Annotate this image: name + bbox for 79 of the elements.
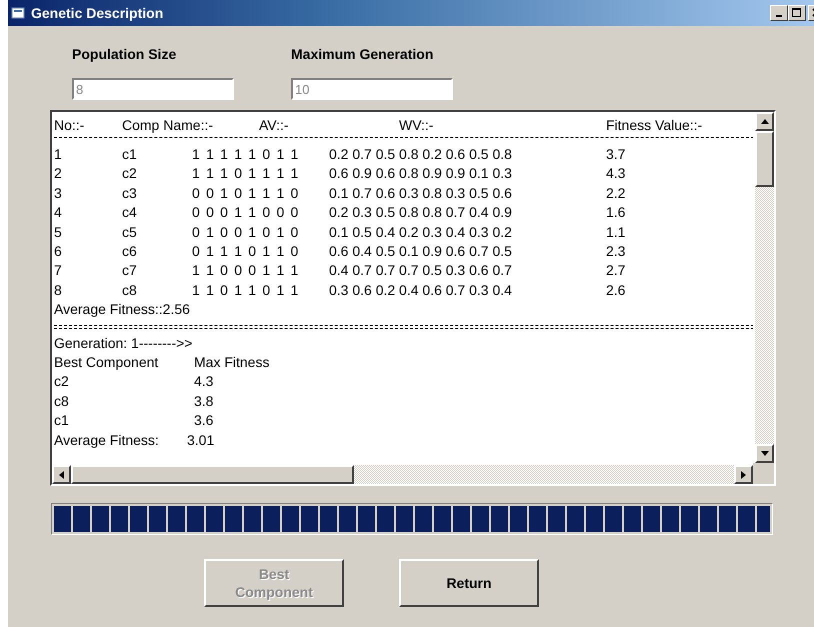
column-header: Max Fitness: [194, 354, 270, 370]
fitness-value: 4.3: [194, 373, 214, 390]
component-name: c1: [122, 146, 138, 162]
row-number: 3: [54, 184, 63, 201]
column-header: No::-: [54, 116, 86, 133]
wv-value: 0.2 0.7 0.5 0.8 0.2 0.6 0.5 0.8: [329, 146, 513, 162]
wv-value: 0.6 0.9 0.6 0.8 0.9 0.9 0.1 0.3: [329, 165, 513, 182]
row-number: 5: [54, 224, 63, 240]
column-header: Fitness Value::-: [606, 116, 702, 133]
window-icon: [11, 6, 27, 20]
av-value: 1 1 1 1 1 0 1 1: [192, 146, 301, 162]
av-value: 0 0 0 1 1 0 0 0: [192, 204, 301, 220]
wv-value: 0.6 0.4 0.5 0.1 0.9 0.6 0.7 0.5: [329, 243, 513, 260]
wv-value: 0.1 0.5 0.4 0.2 0.3 0.4 0.3 0.2: [329, 224, 513, 240]
row-number: 7: [54, 262, 63, 278]
window-title: Genetic Description: [31, 5, 164, 21]
field-label: Maximum Generation: [291, 46, 434, 62]
av-value: 1 1 0 1 1 0 1 1: [192, 282, 301, 298]
fitness-value: 3.6: [194, 412, 214, 428]
column-header: AV::-: [259, 116, 290, 133]
maximize-icon: [792, 8, 802, 18]
row-number: 8: [54, 282, 63, 298]
row-number: 6: [54, 243, 63, 260]
fitness-value: 1.1: [606, 224, 626, 240]
component-name: c4: [122, 204, 138, 220]
fitness-value: 2.6: [606, 282, 626, 298]
scroll-up-button[interactable]: [755, 112, 774, 131]
component-name: c6: [122, 243, 138, 260]
av-value: 1 1 0 0 0 1 1 1: [192, 262, 301, 278]
component-name: c8: [122, 282, 138, 298]
column-header: WV::-: [399, 116, 434, 133]
wv-value: 0.2 0.3 0.5 0.8 0.8 0.7 0.4 0.9: [329, 204, 513, 220]
av-value: 0 1 0 0 1 0 1 0: [192, 224, 301, 240]
fitness-value: 2.2: [606, 184, 626, 201]
average-fitness: Average Fitness::2.56: [54, 301, 190, 318]
fitness-value: 4.3: [606, 165, 626, 182]
row-number: 2: [54, 165, 63, 182]
minimize-icon: [776, 15, 782, 17]
field-label: Population Size: [72, 46, 178, 62]
component-name: c7: [122, 262, 138, 278]
minimize-button[interactable]: [770, 5, 788, 21]
left-arrow-icon: [59, 470, 64, 478]
column-header: Best Component: [54, 354, 160, 370]
horizontal-scrollbar[interactable]: [52, 465, 753, 484]
row-number: 1: [54, 146, 63, 162]
av-value: 1 1 1 0 1 1 1 1: [192, 165, 301, 182]
wv-value: 0.4 0.7 0.7 0.7 0.5 0.3 0.6 0.7: [329, 262, 513, 278]
scroll-left-button[interactable]: [52, 465, 71, 484]
action-button[interactable]: Return: [399, 559, 539, 607]
fitness-value: 1.6: [606, 204, 626, 220]
fitness-value: 3.7: [606, 146, 626, 162]
scroll-right-button[interactable]: [734, 465, 753, 484]
average-fitness-value: 3.01: [187, 432, 214, 448]
component-name: c5: [122, 224, 138, 240]
maximize-button[interactable]: [788, 5, 806, 21]
av-value: 0 0 1 0 1 1 1 0: [192, 184, 301, 201]
component-name: c8: [54, 392, 70, 409]
scroll-down-button[interactable]: [755, 444, 774, 463]
component-name: c3: [122, 184, 138, 201]
scroll-thumb[interactable]: [755, 131, 774, 187]
vertical-scrollbar[interactable]: [755, 112, 774, 463]
right-arrow-icon: [741, 470, 746, 478]
component-name: c2: [122, 165, 138, 182]
row-number: 4: [54, 204, 63, 220]
scrollbar-corner: [753, 463, 774, 484]
scroll-thumb[interactable]: [71, 465, 354, 484]
down-arrow-icon: [760, 451, 768, 456]
component-name: c2: [54, 373, 70, 390]
fitness-value: 2.3: [606, 243, 626, 260]
component-name: c1: [54, 412, 70, 428]
av-value: 0 1 1 1 0 1 1 0: [192, 243, 301, 260]
average-fitness-label: Average Fitness:: [54, 432, 160, 448]
up-arrow-icon: [760, 119, 768, 124]
fitness-value: 3.8: [194, 392, 214, 409]
fitness-value: 2.7: [606, 262, 626, 278]
wv-value: 0.1 0.7 0.6 0.3 0.8 0.3 0.5 0.6: [329, 184, 513, 201]
generation-label: Generation: 1-------->>: [54, 334, 192, 351]
column-header: Comp Name::-: [122, 116, 214, 133]
wv-value: 0.3 0.6 0.2 0.4 0.6 0.7 0.3 0.4: [329, 282, 513, 298]
